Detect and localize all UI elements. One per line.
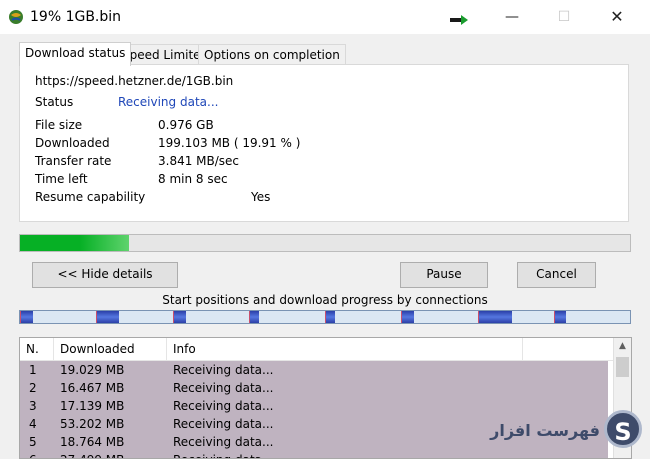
watermark: فهرست افزار S: [470, 410, 645, 457]
maximize-button[interactable]: ☐: [549, 5, 579, 29]
connection-segment: [477, 311, 513, 323]
row-downloaded: 27.499 MB: [60, 451, 124, 458]
watermark-logo: S: [604, 410, 642, 448]
row-number: 6: [29, 451, 37, 458]
status-value: Receiving data...: [118, 95, 219, 109]
row-downloaded: 18.764 MB: [60, 435, 125, 449]
download-progress-bar: [19, 234, 631, 252]
table-row[interactable]: 1 19.029 MB Receiving data...: [20, 361, 608, 379]
row-number: 1: [29, 363, 37, 377]
watermark-text: فهرست افزار: [490, 421, 600, 440]
row-number: 3: [29, 399, 37, 413]
file-size-label: File size: [35, 118, 83, 132]
close-button[interactable]: ✕: [602, 5, 632, 29]
cancel-button[interactable]: Cancel: [517, 262, 596, 288]
row-number: 2: [29, 381, 37, 395]
row-info: Receiving data...: [173, 363, 274, 377]
app-globe-icon: [9, 10, 23, 24]
status-label: Status: [35, 95, 74, 109]
download-status-panel: https://speed.hetzner.de/1GB.bin Status …: [19, 64, 629, 222]
table-row[interactable]: 2 16.467 MB Receiving data...: [20, 379, 608, 397]
row-info: Receiving data...: [173, 417, 274, 431]
hide-details-button[interactable]: << Hide details: [32, 262, 178, 288]
connection-segment: [172, 311, 186, 323]
row-info: Receiving data...: [173, 399, 274, 413]
tab-download-status[interactable]: Download status: [19, 42, 132, 66]
row-number: 5: [29, 435, 37, 449]
row-downloaded: 17.139 MB: [60, 399, 125, 413]
window-title: 19% 1GB.bin: [30, 9, 122, 25]
connections-title: Start positions and download progress by…: [162, 293, 488, 307]
download-url: https://speed.hetzner.de/1GB.bin: [35, 74, 234, 88]
connection-segment: [20, 311, 34, 323]
progress-fill: [20, 235, 130, 251]
resume-capability-value: Yes: [251, 190, 271, 204]
scroll-up-icon[interactable]: ▲: [614, 338, 631, 355]
resume-capability-label: Resume capability: [35, 190, 146, 204]
title-bar: 19% 1GB.bin — ☐ ✕: [0, 0, 650, 34]
time-left-value: 8 min 8 sec: [158, 172, 228, 186]
connection-segment: [325, 311, 336, 323]
table-header: N. Downloaded Info: [20, 338, 613, 361]
green-arrow-icon: [450, 15, 468, 25]
column-header-n[interactable]: N.: [20, 338, 54, 360]
pause-button[interactable]: Pause: [400, 262, 488, 288]
minimize-button[interactable]: —: [497, 5, 527, 29]
file-size-value: 0.976 GB: [158, 118, 214, 132]
connection-segment: [248, 311, 259, 323]
row-info: Receiving data...: [173, 451, 273, 458]
connection-segment: [96, 311, 119, 323]
column-header-info[interactable]: Info: [167, 338, 523, 360]
time-left-label: Time left: [35, 172, 88, 186]
downloaded-value: 199.103 MB ( 19.91 % ): [158, 136, 301, 150]
scroll-thumb[interactable]: [616, 357, 629, 377]
column-header-downloaded[interactable]: Downloaded: [54, 338, 167, 360]
connections-progress-bar: [19, 310, 631, 324]
row-downloaded: 19.029 MB: [60, 363, 125, 377]
row-downloaded: 53.202 MB: [60, 417, 125, 431]
connection-segment: [401, 311, 415, 323]
connection-segment: [553, 311, 566, 323]
tab-options-on-completion[interactable]: Options on completion: [198, 44, 346, 66]
row-info: Receiving data...: [173, 381, 274, 395]
transfer-rate-value: 3.841 MB/sec: [158, 154, 240, 168]
row-downloaded: 16.467 MB: [60, 381, 125, 395]
row-info: Receiving data...: [173, 435, 274, 449]
downloaded-label: Downloaded: [35, 136, 110, 150]
transfer-rate-label: Transfer rate: [35, 154, 112, 168]
row-number: 4: [29, 417, 37, 431]
